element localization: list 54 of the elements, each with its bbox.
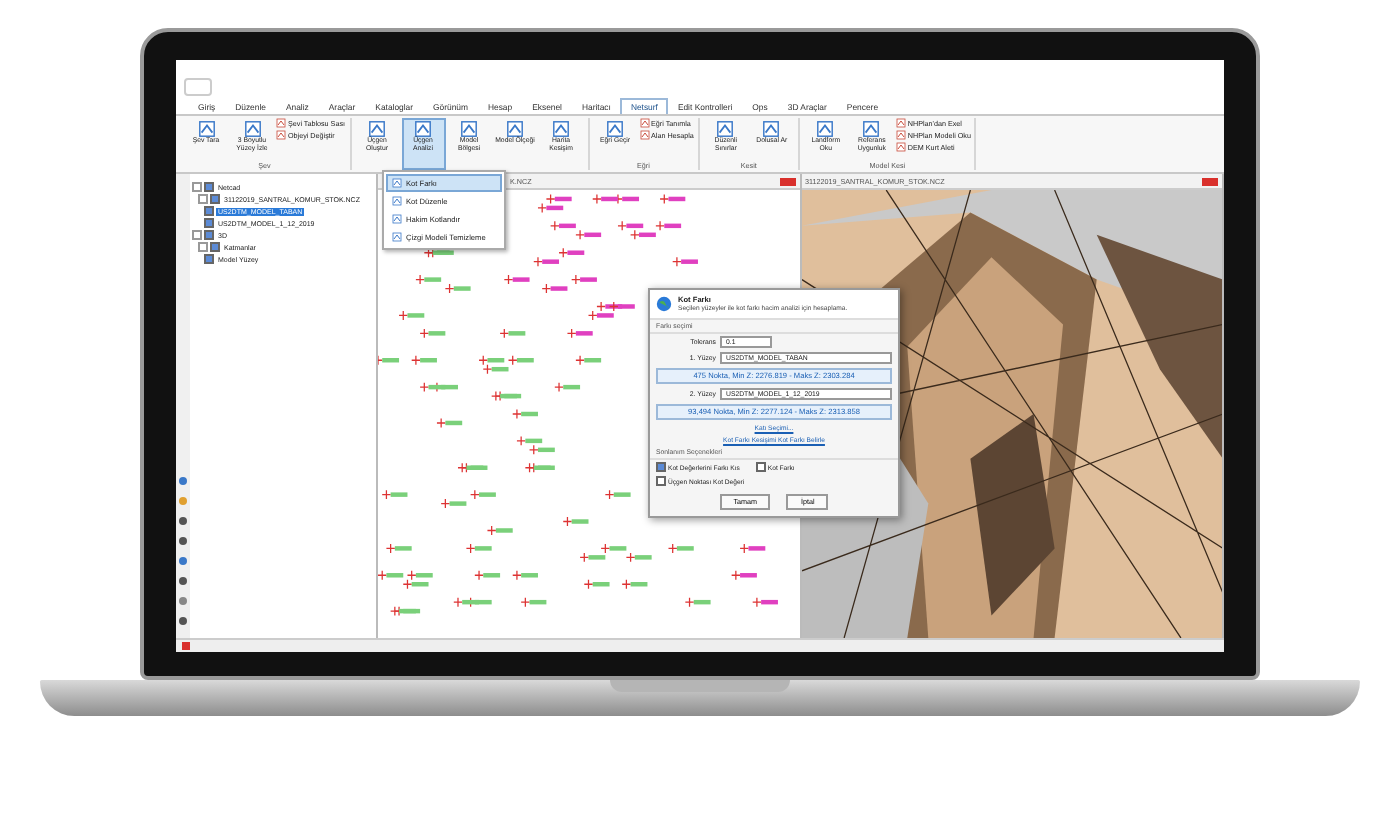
checkbox[interactable] [204, 182, 214, 192]
expand-toggle[interactable] [198, 242, 208, 252]
ribbon-tool-icon [392, 178, 402, 188]
ribbon-tool-icon [392, 214, 402, 224]
point-marker [566, 328, 593, 339]
checkbox[interactable] [210, 194, 220, 204]
app-menu-button[interactable] [184, 78, 212, 96]
point-marker [583, 579, 610, 590]
checkbox[interactable] [755, 462, 766, 472]
point-marker [385, 543, 412, 554]
expand-toggle[interactable] [198, 194, 208, 204]
checkbox[interactable] [204, 254, 214, 264]
point-marker [503, 274, 530, 285]
point-marker [499, 328, 526, 339]
point-marker [436, 417, 463, 429]
close-button[interactable] [779, 177, 795, 185]
point-marker [621, 579, 648, 590]
point-marker [474, 570, 501, 581]
point-marker [486, 525, 513, 536]
point-marker [672, 256, 698, 267]
checkbox[interactable] [656, 476, 666, 486]
point-marker [752, 597, 778, 608]
point-marker [381, 489, 408, 500]
point-marker [520, 597, 547, 608]
point-marker [419, 328, 446, 339]
checkbox[interactable] [204, 230, 214, 240]
point-marker [667, 543, 694, 554]
point-marker [604, 489, 631, 500]
point-marker [731, 570, 757, 581]
point-marker [398, 310, 425, 321]
point-marker [541, 283, 568, 294]
point-marker [512, 570, 538, 581]
ribbon-tool-icon [392, 196, 402, 206]
point-marker [554, 382, 581, 393]
checkbox[interactable] [210, 242, 220, 252]
point-marker [739, 543, 766, 554]
point-marker [684, 597, 711, 608]
ribbon-tool-icon [392, 232, 402, 242]
point-marker [465, 543, 492, 554]
checkbox[interactable] [204, 218, 214, 228]
checkbox[interactable] [204, 206, 214, 216]
checkbox[interactable] [656, 462, 666, 472]
point-marker [512, 408, 538, 420]
close-button[interactable] [1202, 177, 1218, 185]
globe-icon [656, 296, 672, 312]
point-marker [571, 274, 597, 285]
point-marker [378, 355, 400, 366]
point-marker [562, 516, 589, 527]
status-icon [182, 642, 190, 650]
point-marker [411, 355, 437, 366]
point-marker [575, 355, 602, 366]
expand-toggle[interactable] [192, 230, 202, 240]
point-marker [659, 193, 686, 205]
expand-toggle[interactable] [192, 182, 202, 192]
